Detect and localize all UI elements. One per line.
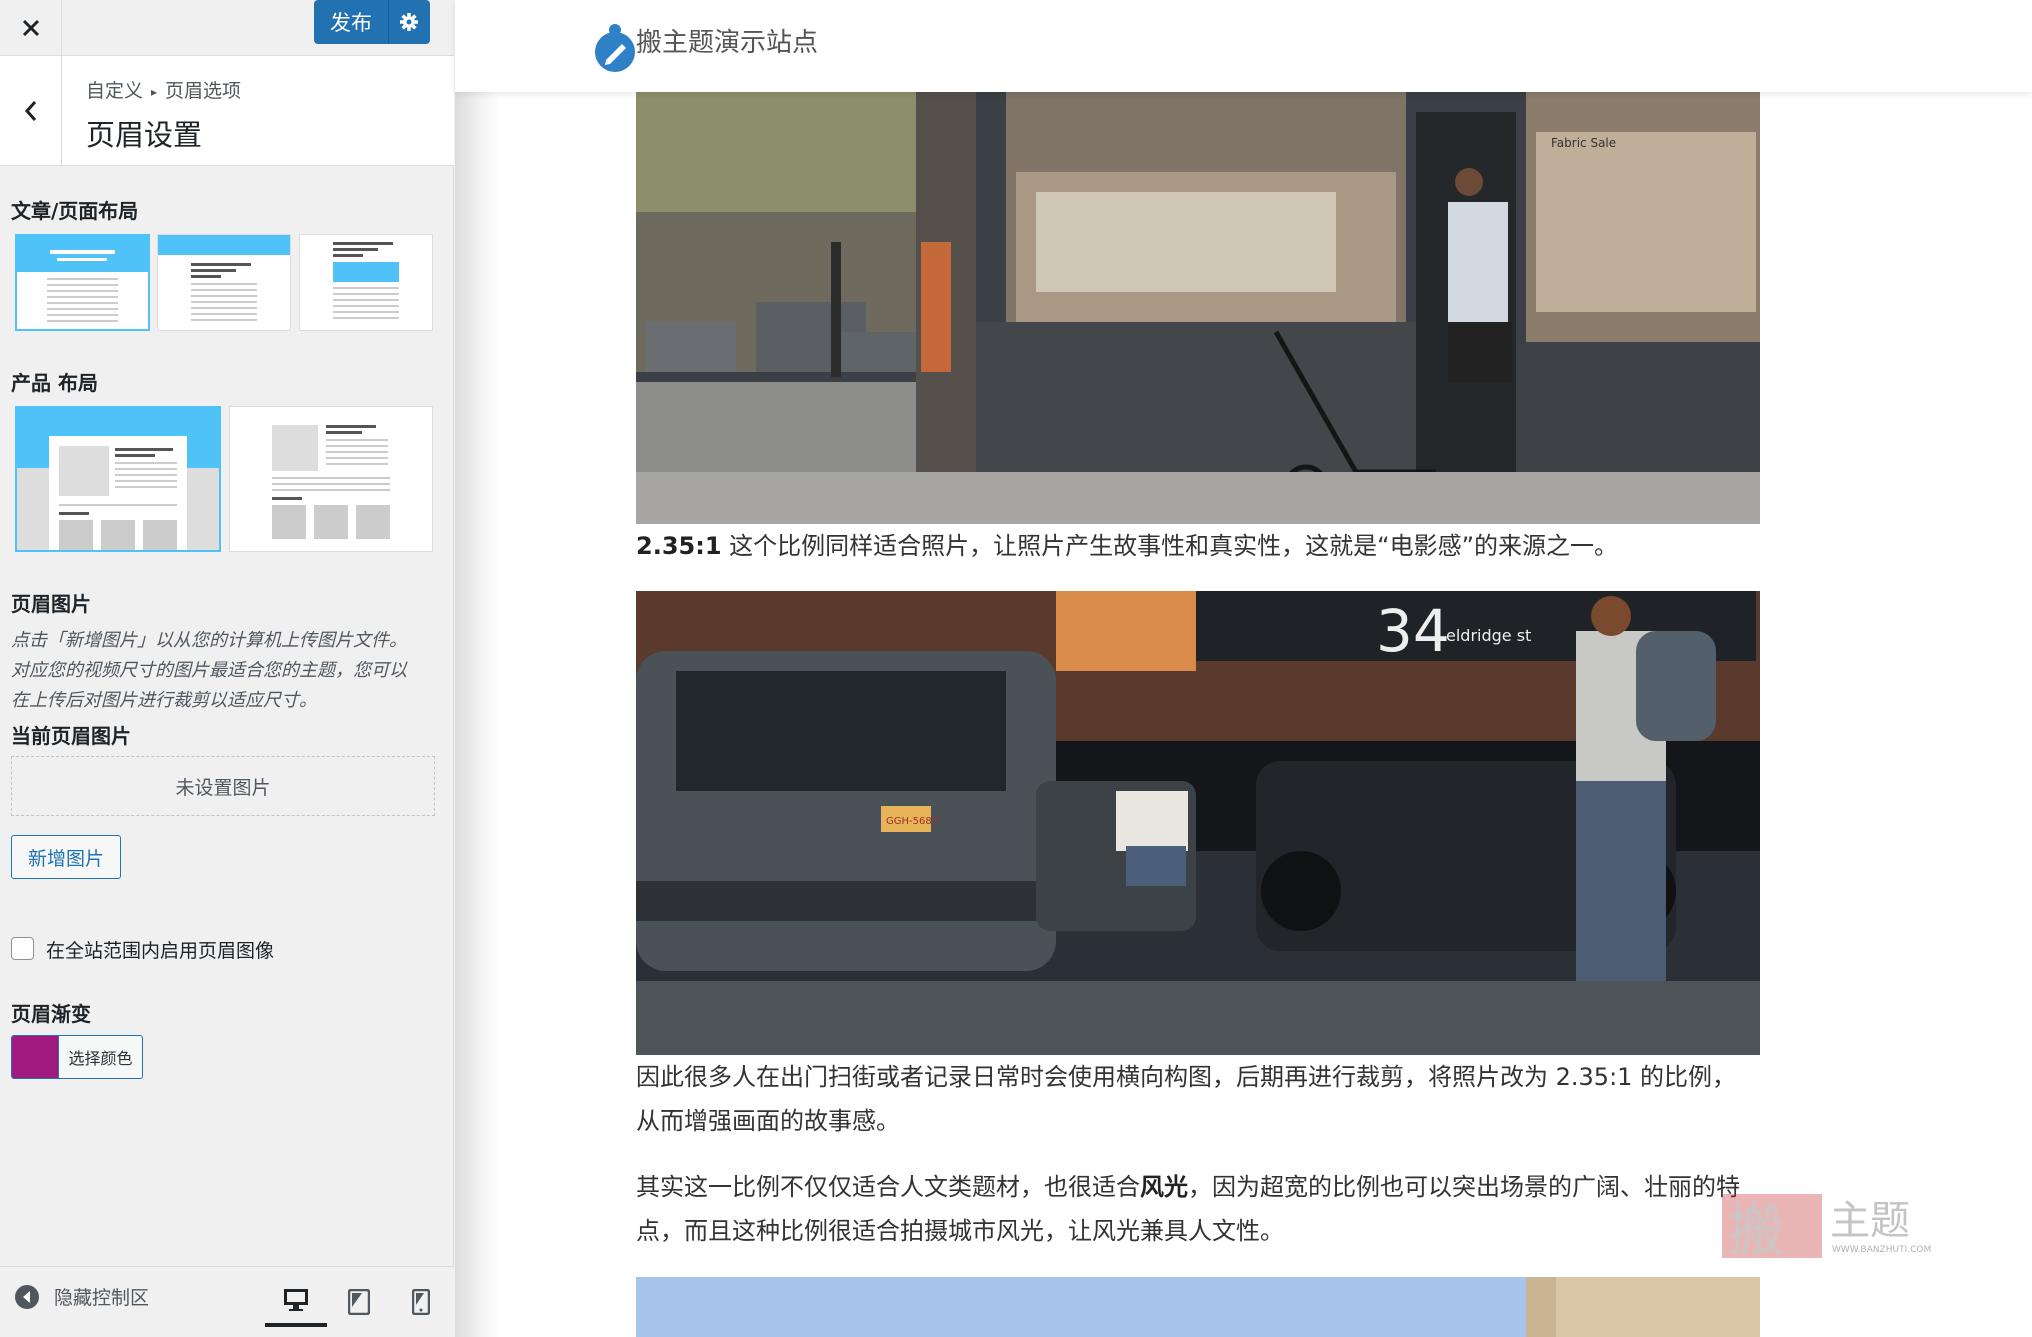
back-button[interactable] xyxy=(0,56,62,166)
license-plate-text: GGH-5683 xyxy=(886,816,938,827)
layout-inset-icon xyxy=(333,242,399,319)
product-layout-option-1[interactable] xyxy=(15,406,221,552)
header-image-description: 点击「新增图片」以从您的计算机上传图片文件。对应您的视频尺寸的图片最适合您的主题… xyxy=(11,630,407,711)
product-layout-header-icon xyxy=(17,408,219,550)
publish-settings-button[interactable] xyxy=(389,0,429,44)
storefront-photo: Fabric Sale xyxy=(636,92,1760,524)
watermark-text: 主题 xyxy=(1830,1198,1910,1244)
add-image-button[interactable]: 新增图片 xyxy=(11,835,121,879)
caption-rest: 这个比例同样适合照片，让照片产生故事性和真实性，这就是“电影感”的来源之一。 xyxy=(721,532,1619,560)
sitewide-header-image-label: 在全站范围内启用页眉图像 xyxy=(46,940,275,962)
current-image-label: 当前页眉图片 xyxy=(11,724,131,748)
breadcrumb-arrow-icon: ▸ xyxy=(151,84,158,99)
preview-shadow xyxy=(455,0,500,1337)
close-button[interactable] xyxy=(0,0,62,56)
desktop-icon xyxy=(284,1289,308,1311)
street-image: 34 eldridge st GGH-5683 xyxy=(636,591,1760,1055)
post-layout-option-1[interactable] xyxy=(15,234,150,331)
caption-ratio: 2.35:1 xyxy=(636,532,722,560)
layout-centered-icon xyxy=(17,236,148,322)
layout-banner-icon xyxy=(158,235,290,321)
post-layout-option-2[interactable] xyxy=(157,234,291,331)
hide-controls-label: 隐藏控制区 xyxy=(54,1287,150,1309)
publish-button[interactable]: 发布 xyxy=(314,7,388,37)
device-mobile-button[interactable] xyxy=(390,1277,452,1327)
shop-sign-text: Fabric Sale xyxy=(1551,136,1616,150)
caption-text: 2.35:1 这个比例同样适合照片，让照片产生故事性和真实性，这就是“电影感”的… xyxy=(636,524,1760,568)
watermark-logo: 搬 主题 WWW.BANZHUTI.COM xyxy=(1722,1194,1931,1262)
publish-button-group: 发布 xyxy=(314,0,430,44)
site-title[interactable]: 搬主题演示站点 xyxy=(636,22,818,59)
gear-icon xyxy=(400,13,418,31)
header-gradient-label: 页眉渐变 xyxy=(11,1002,91,1026)
hide-controls-button[interactable]: 隐藏控制区 xyxy=(14,1283,149,1310)
color-swatch xyxy=(12,1036,58,1078)
product-layout-plain-icon xyxy=(272,425,390,539)
site-logo-icon[interactable] xyxy=(593,22,637,76)
product-layout-option-2[interactable] xyxy=(229,406,433,552)
device-desktop-button[interactable] xyxy=(265,1277,327,1327)
sitewide-header-image-checkbox[interactable] xyxy=(11,937,34,960)
sky-photo xyxy=(636,1277,1760,1337)
post-layout-label: 文章/页面布局 xyxy=(11,199,139,223)
street-photo: 34 eldridge st GGH-5683 xyxy=(636,591,1760,1055)
mobile-icon xyxy=(412,1289,430,1315)
section-header: 自定义 ▸ 页眉选项 页眉设置 xyxy=(0,56,454,166)
customizer-footer: 隐藏控制区 xyxy=(0,1266,454,1337)
breadcrumb: 自定义 ▸ 页眉选项 xyxy=(86,76,241,103)
paragraph-2-bold: 风光 xyxy=(1140,1173,1188,1201)
select-color-label: 选择颜色 xyxy=(58,1036,142,1078)
select-color-button[interactable]: 选择颜色 xyxy=(11,1035,143,1079)
site-header: 搬主题演示站点 xyxy=(455,0,2032,92)
sky-image xyxy=(636,1277,1760,1337)
breadcrumb-root: 自定义 xyxy=(86,80,144,102)
watermark-char: 搬 xyxy=(1728,1199,1784,1262)
watermark-url: WWW.BANZHUTI.COM xyxy=(1832,1245,1931,1255)
no-image-placeholder: 未设置图片 xyxy=(11,756,435,816)
tablet-icon xyxy=(348,1289,370,1315)
paragraph-2-start: 其实这一比例不仅仅适合人文类题材，也很适合 xyxy=(636,1173,1140,1201)
product-layout-label: 产品 布局 xyxy=(11,371,98,395)
paragraph-2: 其实这一比例不仅仅适合人文类题材，也很适合风光，因为超宽的比例也可以突出场景的广… xyxy=(636,1165,1760,1253)
panel-title: 页眉设置 xyxy=(86,118,203,152)
breadcrumb-parent: 页眉选项 xyxy=(165,80,242,102)
close-icon xyxy=(22,19,39,37)
street-number-text: 34 xyxy=(1376,597,1450,665)
post-layout-option-3[interactable] xyxy=(299,234,433,331)
storefront-image: Fabric Sale xyxy=(636,92,1760,524)
header-image-label: 页眉图片 xyxy=(11,592,91,616)
customizer-sidebar: 发布 自定义 ▸ 页眉选项 页眉设置 文章/页面布局 产品 布局 页眉图片 点击「新… xyxy=(0,0,454,1337)
street-name-text: eldridge st xyxy=(1446,626,1531,645)
chevron-left-icon xyxy=(24,101,36,121)
customizer-topbar: 发布 xyxy=(0,0,454,56)
collapse-arrow-icon xyxy=(15,1284,39,1309)
paragraph-1: 因此很多人在出门扫街或者记录日常时会使用横向构图，后期再进行裁剪，将照片改为 2… xyxy=(636,1063,1737,1135)
device-tablet-button[interactable] xyxy=(328,1277,390,1327)
